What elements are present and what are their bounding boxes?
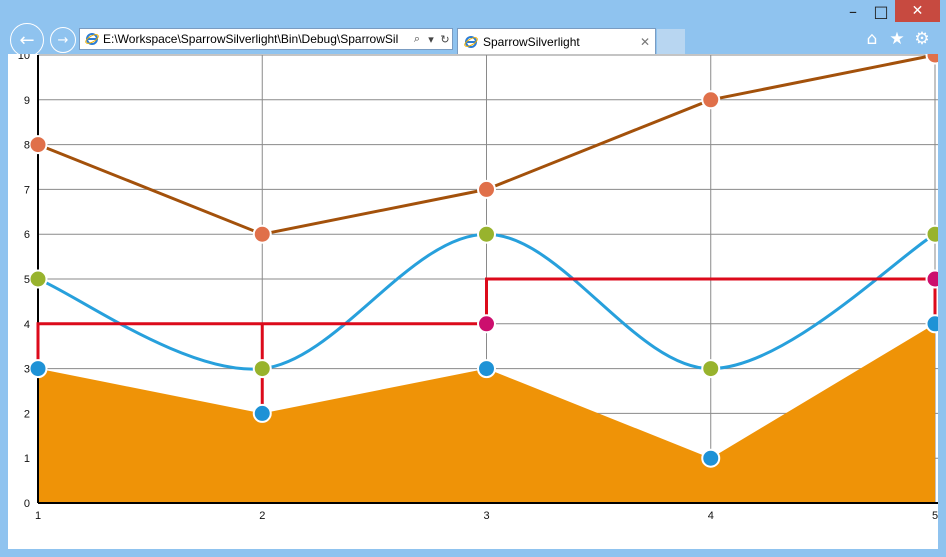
step-point — [477, 314, 496, 334]
y-tick-label: 7 — [24, 184, 30, 196]
back-button[interactable]: ← — [10, 23, 44, 57]
line-point — [28, 135, 48, 155]
y-tick-label: 5 — [24, 274, 30, 286]
y-tick-label: 10 — [18, 54, 30, 62]
spline-point — [28, 269, 48, 289]
y-tick-label: 2 — [24, 408, 30, 420]
line-point — [701, 90, 721, 110]
tab-label: SparrowSilverlight — [483, 34, 580, 49]
y-tick-label: 1 — [24, 453, 30, 465]
area-point — [252, 403, 272, 423]
spline-point — [252, 359, 272, 379]
line-point — [925, 54, 938, 65]
x-tick-label: 3 — [483, 510, 489, 522]
browser-window: – □ ✕ ← → E:\Workspace\SparrowSilverligh… — [0, 0, 946, 557]
y-tick-label: 4 — [24, 319, 30, 331]
refresh-icon[interactable]: ↻ — [438, 33, 452, 46]
chart: 0123456789101 2 3 4 5 — [18, 54, 938, 522]
spline-point — [701, 359, 721, 379]
home-icon[interactable]: ⌂ — [862, 29, 882, 49]
forward-arrow-icon: → — [57, 32, 69, 48]
y-tick-label: 0 — [24, 498, 30, 510]
area-point — [477, 359, 496, 379]
y-tick-label: 3 — [24, 364, 30, 376]
x-tick-label: 1 — [35, 510, 41, 522]
forward-button[interactable]: → — [50, 27, 76, 53]
settings-gear-icon[interactable]: ⚙ — [912, 29, 932, 49]
x-tick-label: 5 — [932, 510, 938, 522]
y-tick-label: 6 — [24, 229, 30, 241]
search-icon[interactable]: ⌕ — [410, 32, 424, 46]
maximize-button[interactable]: □ — [867, 0, 895, 22]
ie-tab-icon — [464, 35, 478, 48]
address-bar[interactable]: E:\Workspace\SparrowSilverlight\Bin\Debu… — [79, 28, 453, 50]
back-arrow-icon: ← — [19, 29, 35, 51]
close-window-button[interactable]: ✕ — [895, 0, 940, 22]
tab-close-icon[interactable]: ✕ — [635, 35, 655, 49]
x-tick-label: 4 — [708, 510, 714, 522]
area-point — [925, 314, 938, 334]
x-tick-label: 2 — [259, 510, 265, 522]
ie-page-icon — [85, 33, 99, 45]
line-point — [477, 179, 496, 199]
spline-point — [925, 224, 938, 244]
new-tab-button[interactable] — [657, 29, 685, 54]
step-point — [925, 269, 938, 289]
address-text[interactable]: E:\Workspace\SparrowSilverlight\Bin\Debu… — [103, 32, 410, 46]
area-point — [701, 448, 721, 468]
y-tick-label: 9 — [24, 95, 30, 107]
address-dropdown-icon[interactable]: ▾ — [424, 33, 438, 46]
area-point — [28, 359, 48, 379]
favorites-star-icon[interactable]: ★ — [887, 29, 907, 49]
page-content: 0 1 2 3 4 5 6 7 8 9 10 1 2 3 4 5 — [8, 54, 938, 549]
line-point — [252, 224, 272, 244]
spline-point — [477, 224, 496, 244]
y-tick-label: 8 — [24, 140, 30, 152]
minimize-button[interactable]: – — [839, 0, 867, 22]
tab-sparrowsilverlight[interactable]: SparrowSilverlight ✕ — [457, 28, 656, 54]
